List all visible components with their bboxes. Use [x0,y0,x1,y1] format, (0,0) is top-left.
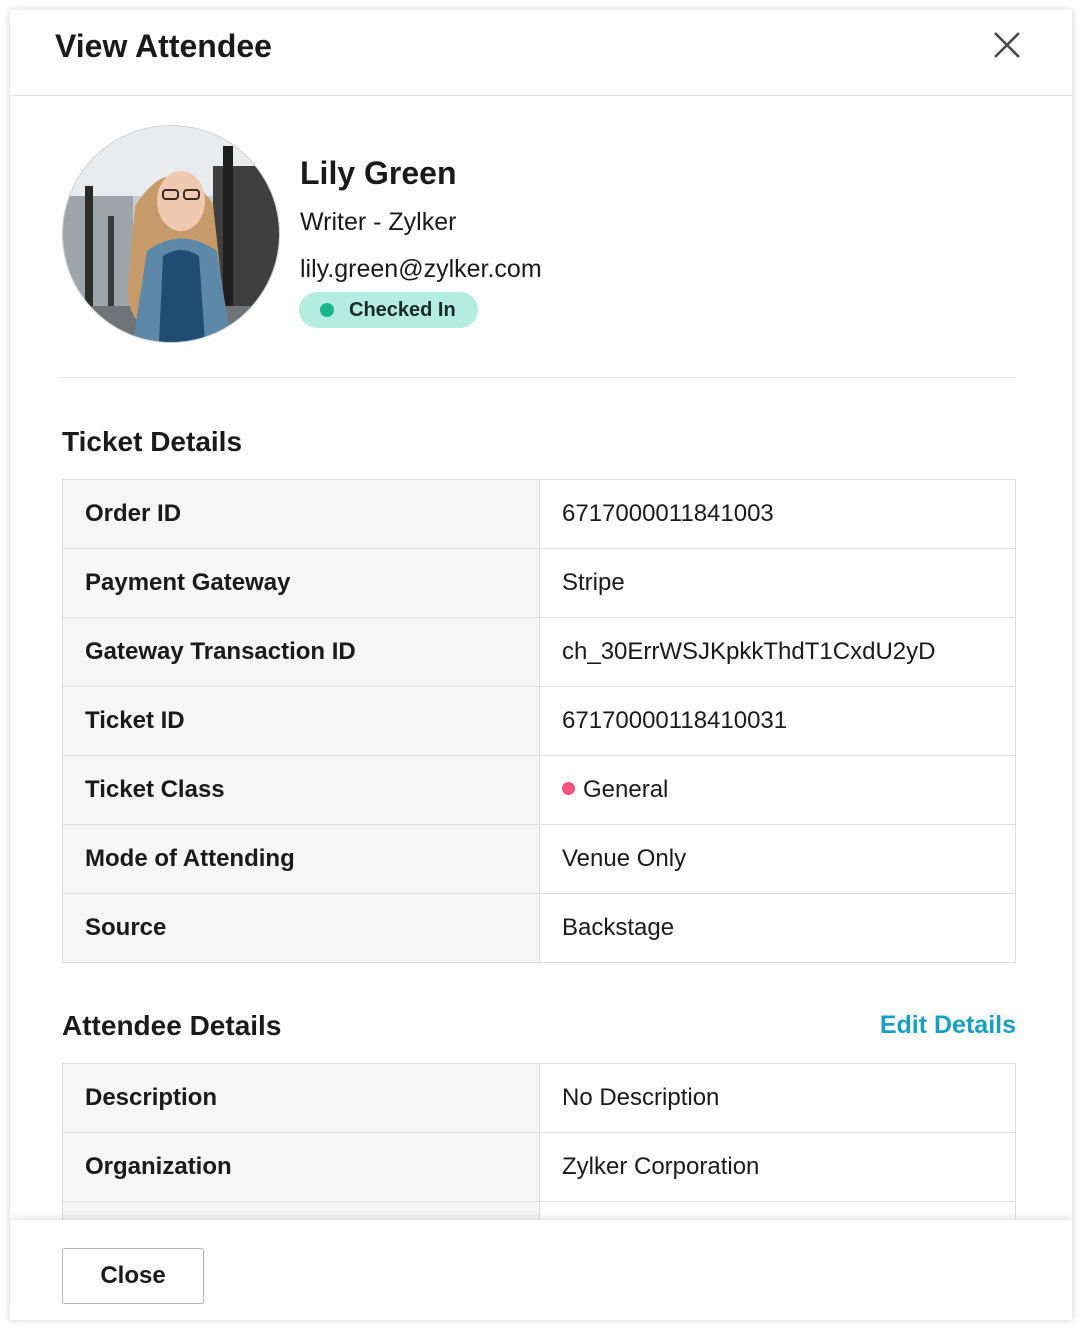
ticket-class-value: General [583,776,669,803]
ticket-details-table: Order ID 6717000011841003 Payment Gatewa… [62,479,1016,963]
status-dot-icon [320,303,334,317]
table-row: Mode of Attending Venue Only [62,824,1016,894]
modal-footer: Close [10,1220,1072,1320]
payment-gateway-label: Payment Gateway [62,548,540,618]
source-value: Backstage [539,893,1016,963]
divider [62,377,1016,378]
status-badge: Checked In [299,292,478,328]
attendee-name: Lily Green [300,155,457,191]
order-id-value: 6717000011841003 [539,479,1016,549]
table-row: Order ID 6717000011841003 [62,479,1016,549]
order-id-label: Order ID [62,479,540,549]
transaction-id-label: Gateway Transaction ID [62,617,540,687]
mode-of-attending-label: Mode of Attending [62,824,540,894]
status-label: Checked In [349,299,456,321]
modal-title: View Attendee [55,28,272,64]
ticket-id-label: Ticket ID [62,686,540,756]
ticket-class-label: Ticket Class [62,755,540,825]
ticket-class-dot-icon [562,782,575,795]
source-label: Source [62,893,540,963]
transaction-id-value: ch_30ErrWSJKpkkThdT1CxdU2yD [539,617,1016,687]
organization-label: Organization [62,1132,540,1202]
close-button[interactable]: Close [62,1248,204,1304]
table-row: Ticket Class General [62,755,1016,825]
table-row: Description No Description [62,1063,1016,1133]
modal-header: View Attendee [10,10,1072,96]
payment-gateway-value: Stripe [539,548,1016,618]
table-row: Source Backstage [62,893,1016,963]
attendee-details-title: Attendee Details [62,1010,282,1041]
close-icon[interactable] [990,28,1024,62]
description-value: No Description [539,1063,1016,1133]
table-row: Payment Gateway Stripe [62,548,1016,618]
table-row: Ticket ID 67170000118410031 [62,686,1016,756]
table-row: Organization Zylker Corporation [62,1132,1016,1202]
ticket-id-value: 67170000118410031 [539,686,1016,756]
description-label: Description [62,1063,540,1133]
table-row: Gateway Transaction ID ch_30ErrWSJKpkkTh… [62,617,1016,687]
avatar [62,125,280,343]
view-attendee-modal: View Attendee Lily Green Writer - Zylker… [10,10,1072,1320]
ticket-details-title: Ticket Details [62,426,243,457]
ticket-class-cell: General [539,755,1016,825]
attendee-role: Writer - Zylker [300,208,457,236]
edit-details-link[interactable]: Edit Details [880,1011,1016,1040]
mode-of-attending-value: Venue Only [539,824,1016,894]
attendee-email: lily.green@zylker.com [300,255,542,283]
organization-value: Zylker Corporation [539,1132,1016,1202]
